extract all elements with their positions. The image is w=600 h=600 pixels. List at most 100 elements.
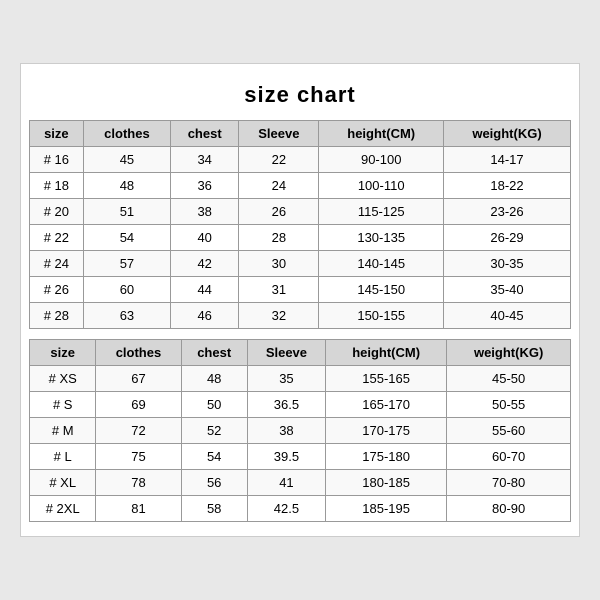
column-header: size	[30, 340, 96, 366]
table-cell: 80-90	[447, 496, 571, 522]
table-cell: 45-50	[447, 366, 571, 392]
table-cell: 24	[239, 173, 319, 199]
table-cell: 39.5	[247, 444, 325, 470]
table-cell: 90-100	[319, 147, 444, 173]
table-row: # 28634632150-15540-45	[30, 303, 571, 329]
table-cell: # 26	[30, 277, 84, 303]
column-header: height(CM)	[325, 340, 446, 366]
size-table-2: sizeclotheschestSleeveheight(CM)weight(K…	[29, 339, 571, 522]
table-cell: 48	[83, 173, 170, 199]
table-cell: 36	[171, 173, 239, 199]
table-cell: 45	[83, 147, 170, 173]
table-cell: 51	[83, 199, 170, 225]
column-header: weight(KG)	[443, 121, 570, 147]
table-cell: # 20	[30, 199, 84, 225]
table-cell: 14-17	[443, 147, 570, 173]
table-cell: 32	[239, 303, 319, 329]
table-cell: 26	[239, 199, 319, 225]
table-cell: 63	[83, 303, 170, 329]
column-header: weight(KG)	[447, 340, 571, 366]
table-cell: 40-45	[443, 303, 570, 329]
table1-body: # 1645342290-10014-17# 18483624100-11018…	[30, 147, 571, 329]
table-cell: 67	[96, 366, 181, 392]
column-header: height(CM)	[319, 121, 444, 147]
table-cell: 46	[171, 303, 239, 329]
table-cell: 56	[181, 470, 247, 496]
column-header: clothes	[83, 121, 170, 147]
table-cell: 34	[171, 147, 239, 173]
table-cell: # 28	[30, 303, 84, 329]
table-row: # 24574230140-14530-35	[30, 251, 571, 277]
table-row: # L755439.5175-18060-70	[30, 444, 571, 470]
table-cell: 75	[96, 444, 181, 470]
table-cell: # 18	[30, 173, 84, 199]
table-cell: 78	[96, 470, 181, 496]
column-header: chest	[181, 340, 247, 366]
table-cell: 41	[247, 470, 325, 496]
table-cell: 52	[181, 418, 247, 444]
table-cell: # XL	[30, 470, 96, 496]
table-cell: 38	[171, 199, 239, 225]
table-cell: 185-195	[325, 496, 446, 522]
table-cell: 115-125	[319, 199, 444, 225]
table-cell: 130-135	[319, 225, 444, 251]
table2-header-row: sizeclotheschestSleeveheight(CM)weight(K…	[30, 340, 571, 366]
size-chart-card: size chart sizeclotheschestSleeveheight(…	[20, 63, 580, 537]
table-cell: 44	[171, 277, 239, 303]
table-cell: 22	[239, 147, 319, 173]
table-cell: 81	[96, 496, 181, 522]
table-cell: 18-22	[443, 173, 570, 199]
table-row: # 1645342290-10014-17	[30, 147, 571, 173]
column-header: Sleeve	[239, 121, 319, 147]
column-header: chest	[171, 121, 239, 147]
table-cell: 55-60	[447, 418, 571, 444]
size-table-1: sizeclotheschestSleeveheight(CM)weight(K…	[29, 120, 571, 329]
table-cell: 36.5	[247, 392, 325, 418]
table-cell: 170-175	[325, 418, 446, 444]
table-row: # 22544028130-13526-29	[30, 225, 571, 251]
table-cell: 42.5	[247, 496, 325, 522]
table-row: # XL785641180-18570-80	[30, 470, 571, 496]
table-cell: # 22	[30, 225, 84, 251]
column-header: Sleeve	[247, 340, 325, 366]
table-cell: 30	[239, 251, 319, 277]
table-row: # 18483624100-11018-22	[30, 173, 571, 199]
chart-title: size chart	[29, 74, 571, 120]
column-header: clothes	[96, 340, 181, 366]
table2-body: # XS674835155-16545-50# S695036.5165-170…	[30, 366, 571, 522]
table1-header-row: sizeclotheschestSleeveheight(CM)weight(K…	[30, 121, 571, 147]
table-cell: 60	[83, 277, 170, 303]
table-cell: # L	[30, 444, 96, 470]
table-cell: 100-110	[319, 173, 444, 199]
table-cell: 165-170	[325, 392, 446, 418]
table-cell: 54	[181, 444, 247, 470]
column-header: size	[30, 121, 84, 147]
table-row: # M725238170-17555-60	[30, 418, 571, 444]
table-cell: 60-70	[447, 444, 571, 470]
table-row: # 20513826115-12523-26	[30, 199, 571, 225]
table-cell: 54	[83, 225, 170, 251]
table-cell: # S	[30, 392, 96, 418]
table-cell: # XS	[30, 366, 96, 392]
table-row: # 2XL815842.5185-19580-90	[30, 496, 571, 522]
table-cell: # 24	[30, 251, 84, 277]
table-cell: # 2XL	[30, 496, 96, 522]
table-cell: 48	[181, 366, 247, 392]
table-cell: 35	[247, 366, 325, 392]
table-cell: 72	[96, 418, 181, 444]
table-cell: 150-155	[319, 303, 444, 329]
table-cell: 30-35	[443, 251, 570, 277]
table-cell: 155-165	[325, 366, 446, 392]
table-row: # 26604431145-15035-40	[30, 277, 571, 303]
table-cell: 35-40	[443, 277, 570, 303]
table-cell: 50-55	[447, 392, 571, 418]
table-cell: 140-145	[319, 251, 444, 277]
table-cell: 70-80	[447, 470, 571, 496]
table-cell: 180-185	[325, 470, 446, 496]
table-cell: 145-150	[319, 277, 444, 303]
table-cell: 42	[171, 251, 239, 277]
table-cell: 23-26	[443, 199, 570, 225]
table-cell: # 16	[30, 147, 84, 173]
table-cell: 50	[181, 392, 247, 418]
table-cell: 38	[247, 418, 325, 444]
